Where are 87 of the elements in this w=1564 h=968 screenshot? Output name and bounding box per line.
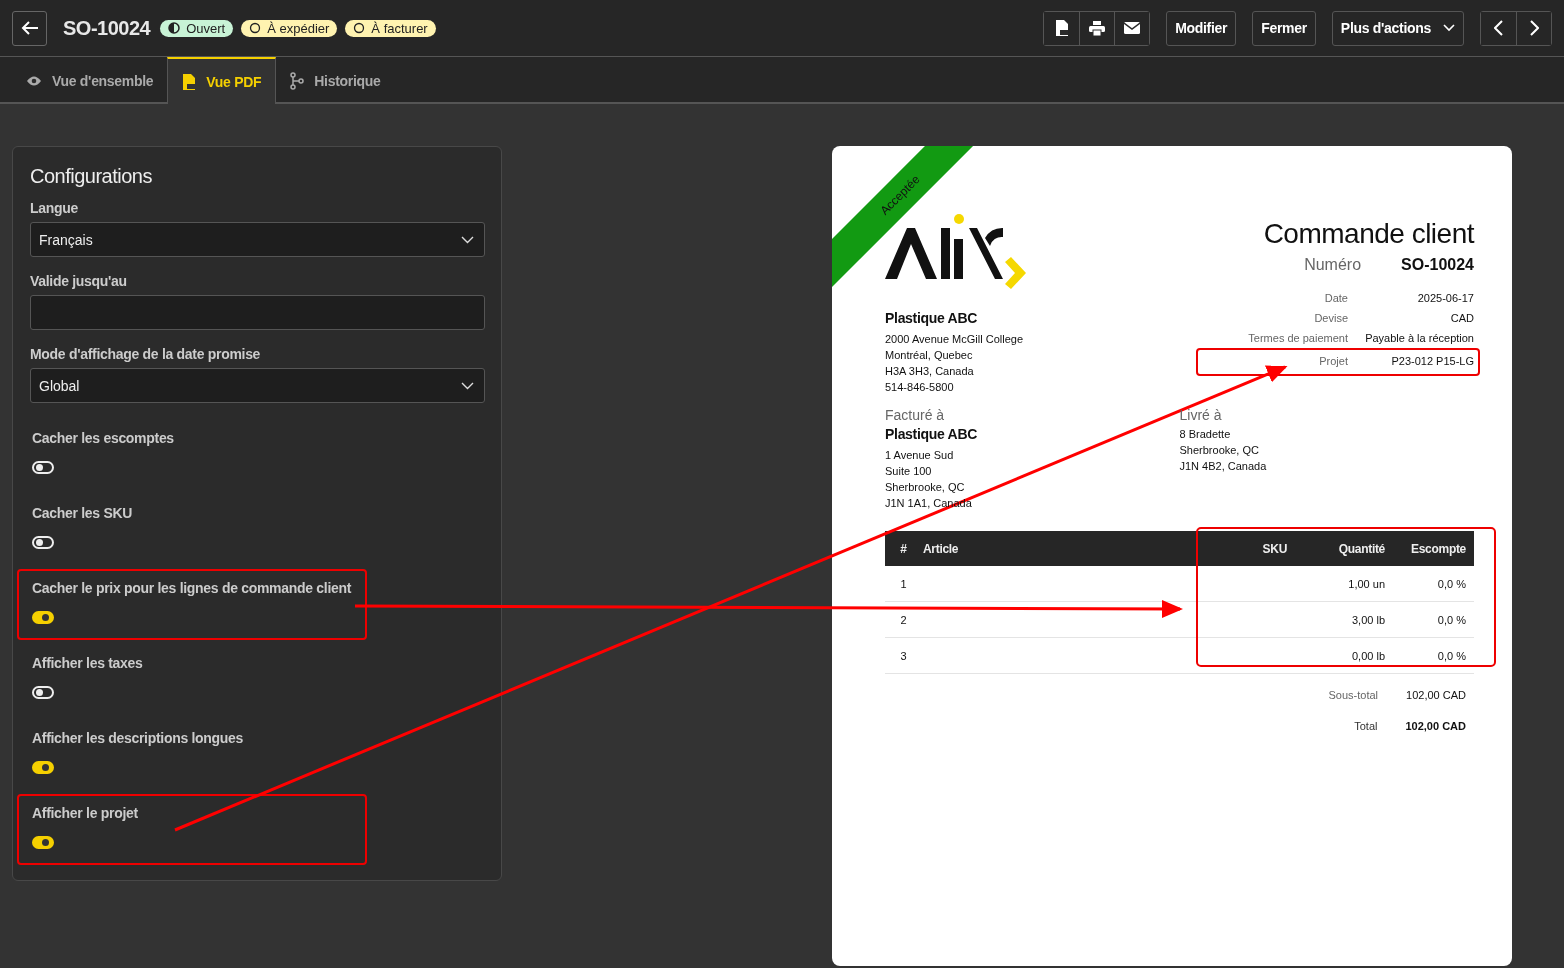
half-circle-icon xyxy=(168,22,181,34)
column-header: # xyxy=(885,531,922,566)
order-number: SO-10024 xyxy=(1401,256,1474,274)
address-line: Suite 100 xyxy=(885,464,933,479)
meta-value: Payable à la réception xyxy=(1364,331,1474,346)
address-line: 514-846-5800 xyxy=(885,380,955,395)
toggle-switch[interactable] xyxy=(32,611,54,624)
eye-icon xyxy=(26,74,42,87)
meta-label: Devise xyxy=(1313,311,1348,326)
toggle-label: Cacher les SKU xyxy=(32,505,134,521)
address-line: H3A 3H3, Canada xyxy=(885,364,975,379)
chevron-left-icon xyxy=(1494,20,1503,36)
table-cell: 2 xyxy=(885,601,922,638)
action-button[interactable]: Modifier xyxy=(1166,10,1237,46)
printer-icon xyxy=(1089,20,1106,36)
column-header: SKU xyxy=(1196,531,1288,566)
input-field[interactable] xyxy=(30,295,485,330)
table-cell: 0,0 % xyxy=(1395,566,1474,602)
total-label: Total xyxy=(1354,719,1378,734)
address-line: 2000 Avenue McGill College xyxy=(885,332,1024,347)
toggle-label: Afficher le projet xyxy=(32,805,139,821)
table-cell: 0,0 % xyxy=(1395,637,1474,674)
badge-label: À facturer xyxy=(371,20,428,36)
toggle-switch[interactable] xyxy=(32,761,54,774)
field-label: Valide jusqu'au xyxy=(30,273,128,289)
table-cell: 3,00 lb xyxy=(1288,601,1395,638)
meta-label: Termes de paiement xyxy=(1247,331,1348,346)
panel-title: Configurations xyxy=(30,165,153,188)
chevron-down-icon xyxy=(461,381,474,390)
action-button[interactable]: Fermer xyxy=(1252,10,1316,46)
address-line: 8 Bradette xyxy=(1179,427,1232,442)
envelope-icon xyxy=(1124,22,1141,34)
total-value: 102,00 CAD xyxy=(1405,719,1466,734)
pdf-file-icon xyxy=(1054,20,1069,36)
table-cell: 1,00 un xyxy=(1288,566,1395,602)
branch-icon xyxy=(290,71,305,90)
column-header: Quantité xyxy=(1288,531,1395,566)
address-line: 1 Avenue Sud xyxy=(885,448,955,463)
meta-value: P23-012 P15-LG xyxy=(1390,354,1474,369)
field-label: Mode d'affichage de la date promise xyxy=(30,346,262,362)
column-header: Article xyxy=(922,531,1196,566)
more-actions-button[interactable]: Plus d'actions xyxy=(1331,10,1464,46)
address-heading: Livré à xyxy=(1179,407,1223,423)
select-field[interactable]: Global xyxy=(30,368,485,403)
toggle-switch[interactable] xyxy=(32,836,54,849)
circle-icon xyxy=(249,22,262,34)
total-label: Sous-total xyxy=(1328,688,1379,703)
address-line: Sherbrooke, QC xyxy=(885,480,966,495)
badge-label: Ouvert xyxy=(186,20,226,36)
toggle-label: Cacher le prix pour les lignes de commande client xyxy=(32,580,353,596)
chevron-down-icon xyxy=(461,235,474,244)
address-line: J1N 4B2, Canada xyxy=(1179,459,1268,474)
company-name: Plastique ABC xyxy=(885,426,979,442)
meta-label: Projet xyxy=(1318,354,1348,369)
tab[interactable]: Vue PDF xyxy=(167,57,277,104)
company-name: Plastique ABC xyxy=(885,310,979,326)
number-label: Numéro xyxy=(1304,256,1362,274)
tab[interactable]: Historique xyxy=(276,57,395,102)
chevron-down-icon xyxy=(1443,24,1455,32)
circle-icon xyxy=(353,22,366,34)
toggle-label: Afficher les descriptions longues xyxy=(32,730,245,746)
total-value: 102,00 CAD xyxy=(1406,688,1466,703)
table-cell: 1 xyxy=(885,566,922,602)
meta-label: Date xyxy=(1323,291,1348,306)
column-header: Escompte xyxy=(1395,531,1474,566)
select-field[interactable]: Français xyxy=(30,222,485,257)
back-arrow-icon xyxy=(20,21,39,35)
address-heading: Facturé à xyxy=(885,407,946,423)
table-cell: 0,00 lb xyxy=(1288,637,1395,674)
document-title: Commande client xyxy=(1262,218,1474,250)
pdf-file-icon xyxy=(182,73,197,90)
order-number: SO-10024 xyxy=(63,16,151,40)
table-cell: 3 xyxy=(885,637,922,674)
address-line: Sherbrooke, QC xyxy=(1179,443,1260,458)
next-button[interactable] xyxy=(1516,11,1551,45)
tab[interactable]: Vue d'ensemble xyxy=(12,57,168,102)
badge-label: À expédier xyxy=(267,20,330,36)
back-button[interactable] xyxy=(12,10,47,46)
address-line: Montréal, Quebec xyxy=(885,348,974,363)
toggle-label: Cacher les escomptes xyxy=(32,430,175,446)
email-button[interactable] xyxy=(1114,11,1150,45)
field-label: Langue xyxy=(30,200,79,216)
meta-value: CAD xyxy=(1449,311,1474,326)
meta-value: 2025-06-17 xyxy=(1416,291,1474,306)
chevron-right-icon xyxy=(1529,20,1539,36)
table-cell: 0,0 % xyxy=(1395,601,1474,638)
toggle-label: Afficher les taxes xyxy=(32,655,144,671)
